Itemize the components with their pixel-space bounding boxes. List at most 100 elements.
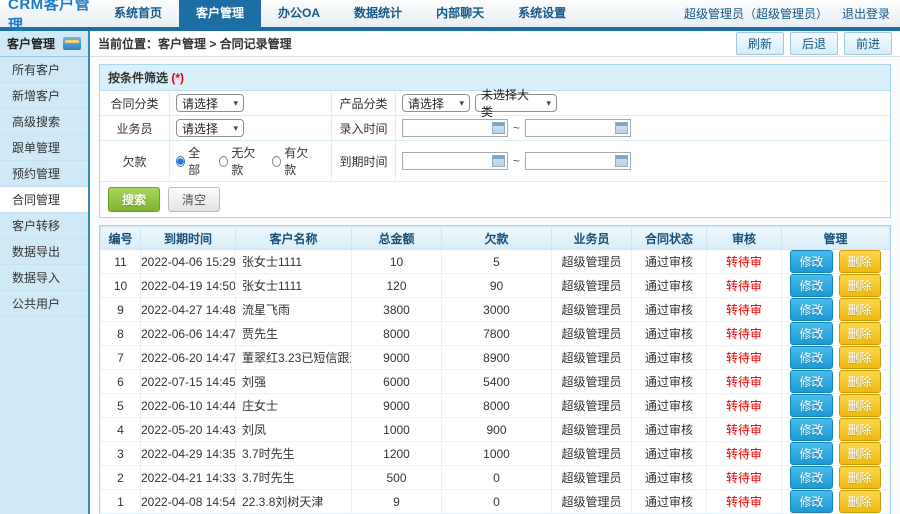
audit-link[interactable]: 转待审 bbox=[726, 375, 762, 389]
audit-link[interactable]: 转待审 bbox=[726, 471, 762, 485]
delete-button[interactable]: 删除 bbox=[838, 418, 881, 441]
content-area: 按条件筛选 (*) 合同分类 请选择 ▾ 产品分类 请选择 ▾ 未选择大类 ▾ … bbox=[90, 57, 900, 514]
calendar-icon[interactable] bbox=[492, 155, 505, 167]
delete-button[interactable]: 删除 bbox=[838, 298, 881, 321]
table-row: 10 2022-04-19 14:50 张女士1111 120 90 超级管理员 通过审核 转… bbox=[100, 273, 890, 298]
product-subtype-select[interactable]: 未选择大类 ▾ bbox=[475, 88, 557, 119]
debt-radio-option[interactable]: 全部 bbox=[176, 144, 207, 178]
clear-button[interactable]: 清空 bbox=[168, 187, 221, 212]
cell-total: 6000 bbox=[351, 369, 442, 394]
delete-button[interactable]: 删除 bbox=[838, 250, 881, 273]
sidebar-item[interactable]: 客户转移 bbox=[0, 213, 88, 239]
product-subtype-value: 未选择大类 bbox=[481, 88, 530, 119]
contract-type-label: 合同分类 bbox=[100, 91, 170, 116]
sidebar-item[interactable]: 公共用户 bbox=[0, 291, 88, 317]
cell-id: 2 bbox=[100, 465, 141, 490]
refresh-button[interactable]: 刷新 bbox=[735, 32, 784, 55]
search-button[interactable]: 搜索 bbox=[108, 187, 161, 212]
cell-id: 5 bbox=[100, 393, 141, 418]
nav-tab[interactable]: 客户管理 bbox=[179, 0, 262, 27]
debt-radio-option[interactable]: 有欠款 bbox=[272, 144, 313, 178]
delete-button[interactable]: 删除 bbox=[838, 322, 881, 345]
sidebar-item[interactable]: 所有客户 bbox=[0, 57, 88, 83]
audit-link[interactable]: 转待审 bbox=[726, 351, 762, 365]
nav-tab[interactable]: 内部聊天 bbox=[419, 0, 501, 27]
audit-link[interactable]: 转待审 bbox=[726, 495, 762, 509]
delete-button[interactable]: 删除 bbox=[838, 370, 881, 393]
logout-link[interactable]: 退出登录 bbox=[842, 5, 890, 22]
cell-salesman: 超级管理员 bbox=[551, 489, 632, 514]
debt-radio-option[interactable]: 无欠款 bbox=[219, 144, 260, 178]
due-time-start-input[interactable] bbox=[405, 154, 487, 168]
sidebar-item[interactable]: 跟单管理 bbox=[0, 135, 88, 161]
nav-tab[interactable]: 数据统计 bbox=[337, 0, 419, 27]
nav-tab[interactable]: 办公OA bbox=[261, 0, 337, 27]
edit-button[interactable]: 修改 bbox=[790, 394, 833, 417]
table-row: 4 2022-05-20 14:43 刘凤 1000 900 超级管理员 通过审核 转待审 修改… bbox=[100, 417, 890, 442]
cell-total: 10 bbox=[351, 249, 442, 274]
sidebar-item[interactable]: 合同管理 bbox=[0, 187, 88, 213]
edit-button[interactable]: 修改 bbox=[790, 442, 833, 465]
due-time-end-input[interactable] bbox=[528, 154, 611, 168]
calendar-icon[interactable] bbox=[615, 155, 629, 167]
delete-button[interactable]: 删除 bbox=[838, 466, 881, 489]
top-bar: CRM客户管理 系统首页 客户管理 办公OA 数据统计 内部聊天 系统设置 超级管理员（超… bbox=[0, 0, 900, 34]
audit-link[interactable]: 转待审 bbox=[726, 279, 762, 293]
cell-customer: 3.7时先生 bbox=[235, 465, 352, 490]
sidebar-item[interactable]: 新增客户 bbox=[0, 83, 88, 109]
due-time-label: 到期时间 bbox=[332, 141, 396, 182]
cell-salesman: 超级管理员 bbox=[551, 297, 632, 322]
edit-button[interactable]: 修改 bbox=[790, 370, 833, 393]
edit-button[interactable]: 修改 bbox=[790, 418, 833, 441]
contract-type-select[interactable]: 请选择 ▾ bbox=[176, 94, 244, 112]
delete-button[interactable]: 删除 bbox=[838, 490, 881, 513]
contract-type-value: 请选择 bbox=[182, 96, 219, 111]
product-type-select[interactable]: 请选择 ▾ bbox=[402, 94, 470, 112]
salesman-select[interactable]: 请选择 ▾ bbox=[176, 119, 244, 137]
edit-button[interactable]: 修改 bbox=[790, 322, 833, 345]
column-header: 审核 bbox=[706, 226, 782, 250]
delete-button[interactable]: 删除 bbox=[838, 346, 881, 369]
entry-time-end-field bbox=[525, 119, 632, 137]
chevron-down-icon: ▾ bbox=[546, 97, 551, 108]
delete-button[interactable]: 删除 bbox=[838, 274, 881, 297]
cell-audit: 转待审 bbox=[706, 321, 782, 346]
audit-link[interactable]: 转待审 bbox=[726, 255, 762, 269]
delete-button[interactable]: 删除 bbox=[838, 442, 881, 465]
table-row: 3 2022-04-29 14:35 3.7时先生 1200 1000 超级管理员 通过审核… bbox=[100, 441, 890, 466]
sidebar-item[interactable]: 高级搜索 bbox=[0, 109, 88, 135]
nav-tab[interactable]: 系统设置 bbox=[501, 0, 583, 27]
edit-button[interactable]: 修改 bbox=[790, 490, 833, 513]
audit-link[interactable]: 转待审 bbox=[726, 423, 762, 437]
forward-button[interactable]: 前进 bbox=[843, 32, 892, 55]
column-header: 到期时间 bbox=[140, 226, 236, 250]
back-button[interactable]: 后退 bbox=[789, 32, 838, 55]
calendar-icon[interactable] bbox=[492, 122, 505, 134]
nav-tab[interactable]: 系统首页 bbox=[97, 0, 179, 27]
audit-link[interactable]: 转待审 bbox=[726, 447, 762, 461]
column-header: 合同状态 bbox=[631, 226, 707, 250]
sidebar-item[interactable]: 数据导入 bbox=[0, 265, 88, 291]
cell-due-time: 2022-04-06 15:29 bbox=[140, 249, 236, 274]
edit-button[interactable]: 修改 bbox=[790, 274, 833, 297]
delete-button[interactable]: 删除 bbox=[838, 394, 881, 417]
edit-button[interactable]: 修改 bbox=[790, 346, 833, 369]
edit-button[interactable]: 修改 bbox=[790, 250, 833, 273]
audit-link[interactable]: 转待审 bbox=[726, 399, 762, 413]
column-header: 欠款 bbox=[441, 226, 552, 250]
edit-button[interactable]: 修改 bbox=[790, 298, 833, 321]
entry-time-start-input[interactable] bbox=[405, 121, 487, 135]
chevron-down-icon: ▾ bbox=[233, 97, 238, 108]
cell-total: 1200 bbox=[351, 441, 442, 466]
calendar-icon[interactable] bbox=[615, 122, 629, 134]
sidebar-item[interactable]: 数据导出 bbox=[0, 239, 88, 265]
cell-actions: 修改 删除 bbox=[781, 369, 890, 394]
cell-id: 9 bbox=[100, 297, 141, 322]
contracts-table: 编号 到期时间 客户名称 总金额 欠款 业务员 合同状态 审核 管理 11 2022-04-06 … bbox=[100, 226, 890, 514]
entry-time-end-input[interactable] bbox=[528, 121, 611, 135]
edit-button[interactable]: 修改 bbox=[790, 466, 833, 489]
chevron-down-icon: ▾ bbox=[459, 97, 464, 108]
audit-link[interactable]: 转待审 bbox=[726, 303, 762, 317]
audit-link[interactable]: 转待审 bbox=[726, 327, 762, 341]
sidebar-item[interactable]: 预约管理 bbox=[0, 161, 88, 187]
